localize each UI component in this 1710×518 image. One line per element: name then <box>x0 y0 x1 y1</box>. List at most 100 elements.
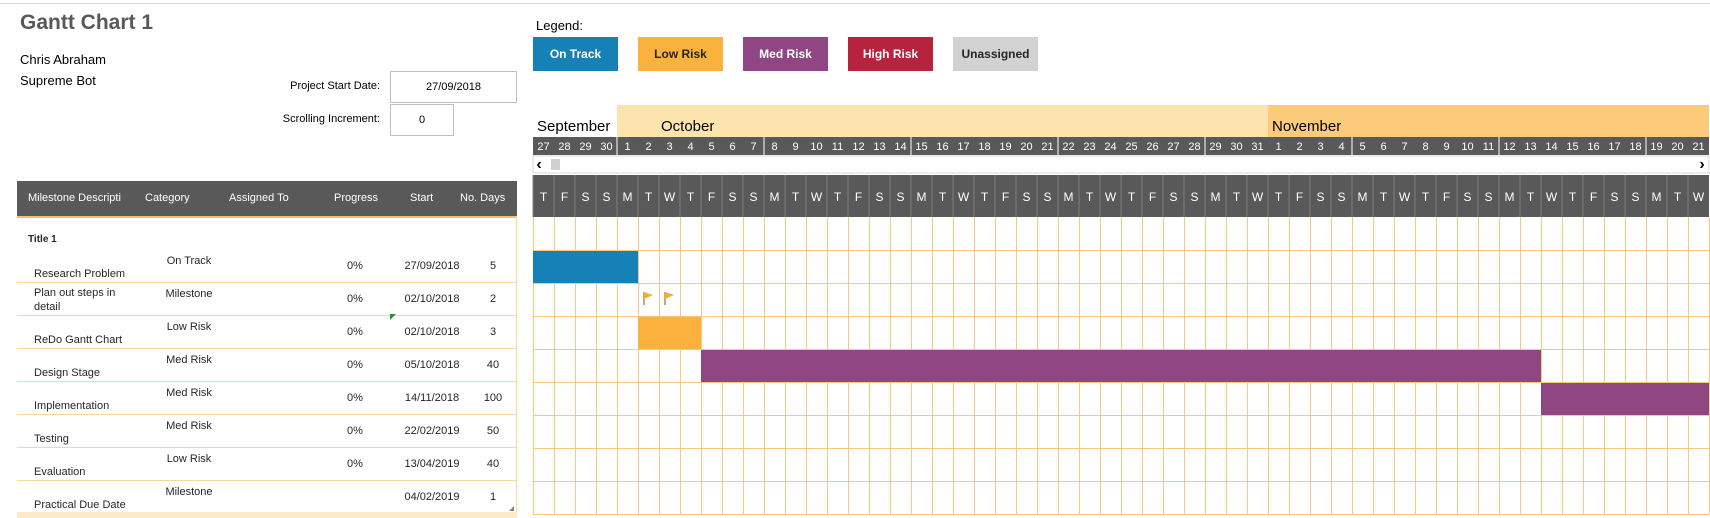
day-number: 30 <box>600 141 612 153</box>
scrollbar-thumb[interactable] <box>551 159 560 170</box>
day-number: 19 <box>1650 141 1662 153</box>
weekday-label: W <box>1546 190 1558 204</box>
weekday-label: M <box>1211 190 1221 204</box>
gantt-bar[interactable] <box>701 350 1541 382</box>
weekday-label: S <box>1316 190 1324 204</box>
day-number: 28 <box>1188 141 1200 153</box>
day-number: 7 <box>750 141 756 153</box>
day-number: 18 <box>1629 141 1641 153</box>
weekday-label: S <box>1337 190 1345 204</box>
day-number: 26 <box>1146 141 1158 153</box>
timeline-scrollbar[interactable] <box>532 155 1710 174</box>
day-number: 13 <box>1524 141 1536 153</box>
weekday-label: T <box>1569 190 1577 204</box>
day-number: 25 <box>1125 141 1137 153</box>
day-number: 8 <box>771 141 777 153</box>
weekday-label: M <box>1505 190 1515 204</box>
day-number: 21 <box>1041 141 1053 153</box>
chevron-right-icon[interactable]: › <box>1699 156 1704 173</box>
flag-icon[interactable] <box>643 292 653 305</box>
weekday-label: W <box>1693 190 1705 204</box>
weekday-label: M <box>917 190 927 204</box>
weekday-label: S <box>602 190 610 204</box>
day-number: 4 <box>1338 141 1344 153</box>
day-number: 27 <box>1167 141 1179 153</box>
day-number: 17 <box>957 141 969 153</box>
weekday-label: T <box>1380 190 1388 204</box>
flag-icon[interactable] <box>664 292 674 305</box>
weekday-label: T <box>1128 190 1136 204</box>
day-number: 12 <box>852 141 864 153</box>
day-number: 11 <box>1483 141 1494 153</box>
day-number: 3 <box>666 141 672 153</box>
weekday-label: T <box>981 190 989 204</box>
day-number: 15 <box>1566 141 1578 153</box>
day-number: 11 <box>832 141 843 153</box>
weekday-label: W <box>1105 190 1117 204</box>
weekday-label: F <box>708 190 715 204</box>
weekday-label: F <box>1590 190 1597 204</box>
month-band <box>617 105 1268 137</box>
weekday-label: F <box>1443 190 1450 204</box>
gantt-bar[interactable] <box>638 317 701 349</box>
month-label: September <box>537 118 610 135</box>
weekday-label: S <box>1631 190 1639 204</box>
weekday-label: T <box>792 190 800 204</box>
weekday-label: T <box>1275 190 1283 204</box>
chevron-left-icon[interactable]: ‹ <box>536 156 541 173</box>
weekday-label: T <box>1086 190 1094 204</box>
day-number: 29 <box>579 141 591 153</box>
weekday-label: S <box>1190 190 1198 204</box>
day-number: 31 <box>1251 141 1263 153</box>
weekday-label: T <box>540 190 548 204</box>
weekday-label: S <box>875 190 883 204</box>
day-number: 5 <box>1359 141 1365 153</box>
day-number: 2 <box>645 141 651 153</box>
day-number: 30 <box>1230 141 1242 153</box>
weekday-label: F <box>561 190 568 204</box>
gantt-timeline: September October November27 28 29 30 1 2 3 4 5 6 7 8… <box>532 105 1710 515</box>
weekday-label: S <box>581 190 589 204</box>
day-number: 27 <box>537 141 549 153</box>
gantt-bar[interactable] <box>1541 383 1709 415</box>
weekday-label: T <box>1422 190 1430 204</box>
day-number: 14 <box>1545 141 1557 153</box>
day-number: 29 <box>1209 141 1221 153</box>
weekday-label: T <box>939 190 947 204</box>
day-number: 16 <box>1587 141 1599 153</box>
weekday-label: M <box>770 190 780 204</box>
weekday-label: F <box>1002 190 1009 204</box>
day-number: 18 <box>978 141 990 153</box>
day-number: 6 <box>729 141 735 153</box>
day-number: 10 <box>810 141 822 153</box>
weekday-label: W <box>1399 190 1411 204</box>
day-number: 5 <box>708 141 714 153</box>
day-number: 21 <box>1692 141 1704 153</box>
day-number: 4 <box>687 141 693 153</box>
weekday-label: S <box>1169 190 1177 204</box>
weekday-label: M <box>1358 190 1368 204</box>
day-number: 14 <box>894 141 906 153</box>
weekday-label: S <box>1463 190 1471 204</box>
day-number: 20 <box>1671 141 1683 153</box>
weekday-label: M <box>623 190 633 204</box>
weekday-label: W <box>958 190 970 204</box>
weekday-label: T <box>645 190 653 204</box>
weekday-label: W <box>1252 190 1264 204</box>
day-number: 13 <box>873 141 885 153</box>
weekday-label: T <box>834 190 842 204</box>
day-number: 1 <box>624 141 630 153</box>
weekday-label: T <box>1233 190 1241 204</box>
day-number: 15 <box>915 141 927 153</box>
month-label: November <box>1272 118 1341 135</box>
weekday-label: S <box>896 190 904 204</box>
weekday-label: W <box>664 190 676 204</box>
day-number: 20 <box>1020 141 1032 153</box>
weekday-label: F <box>1149 190 1156 204</box>
weekday-label: M <box>1652 190 1662 204</box>
day-number: 7 <box>1401 141 1407 153</box>
day-number: 17 <box>1608 141 1620 153</box>
gantt-bar[interactable] <box>533 251 638 283</box>
day-number: 2 <box>1296 141 1302 153</box>
day-number: 12 <box>1503 141 1515 153</box>
